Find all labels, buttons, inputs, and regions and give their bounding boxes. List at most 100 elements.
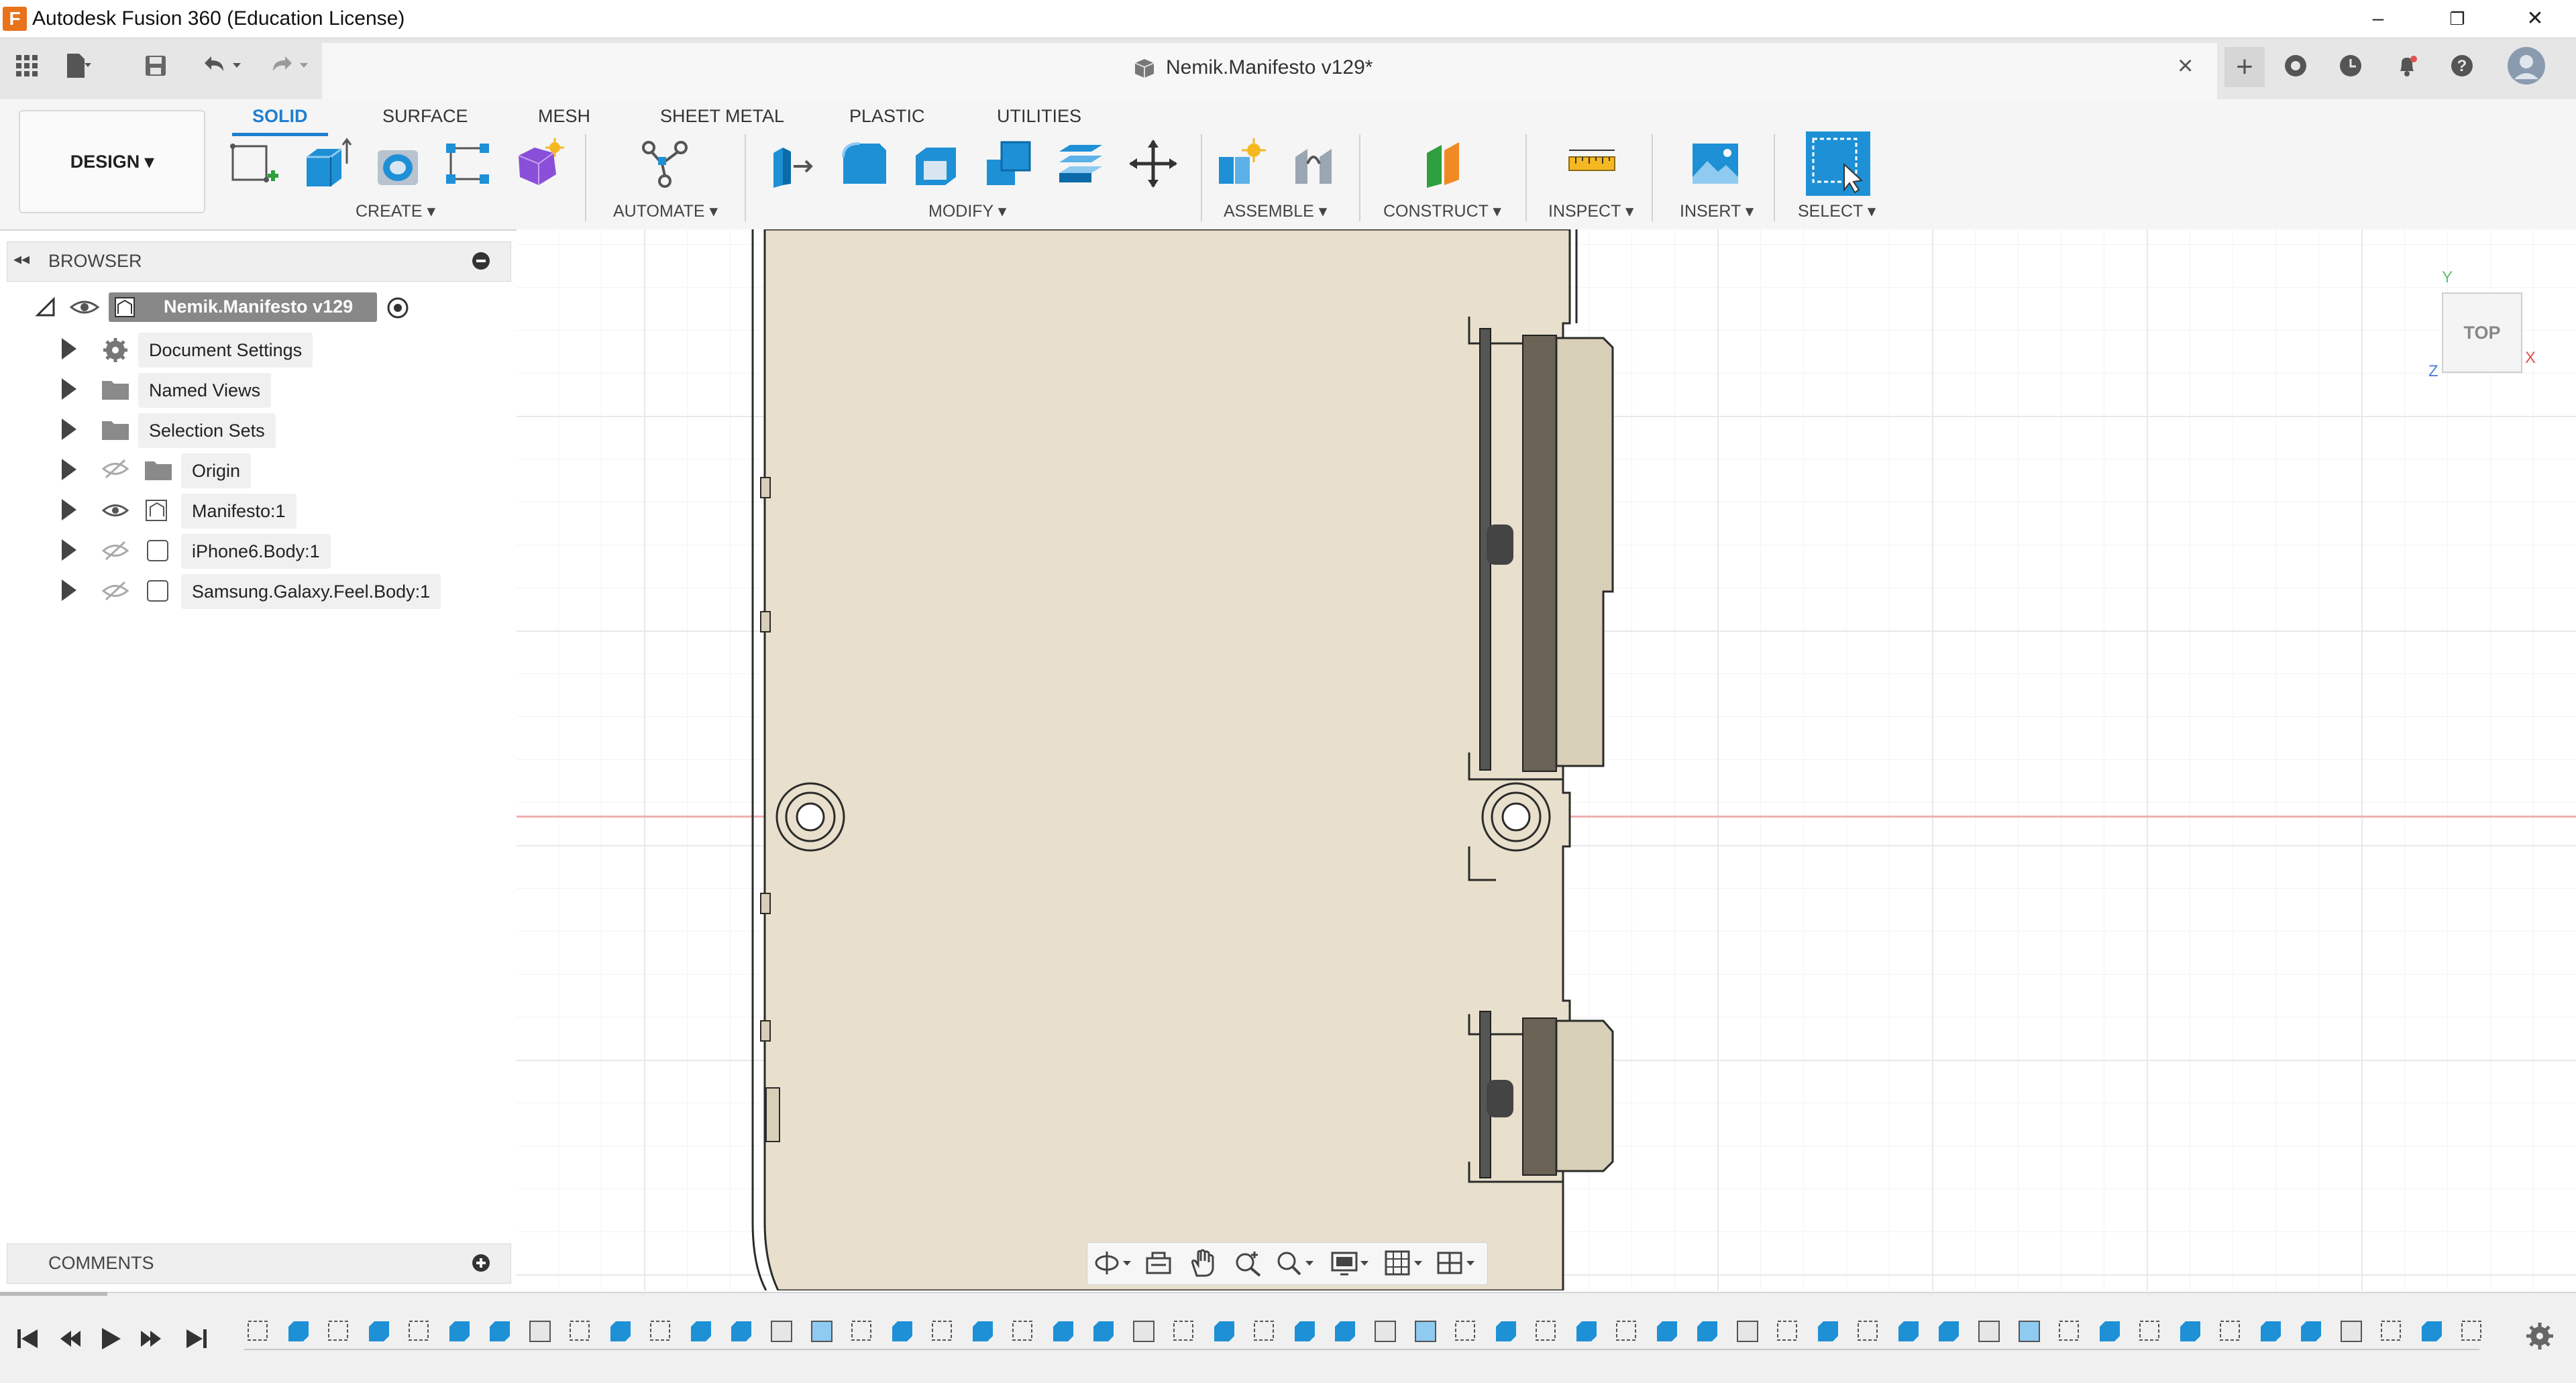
timeline-feature-sketch-icon[interactable] (1616, 1321, 1636, 1341)
timeline-feature-extrude-icon[interactable] (2180, 1321, 2200, 1341)
timeline-feature-extrude-icon[interactable] (288, 1321, 309, 1341)
construct-group-label[interactable]: CONSTRUCT ▾ (1383, 201, 1501, 221)
timeline-feature-shell-icon[interactable] (771, 1321, 792, 1342)
timeline-feature-extrude-icon[interactable] (1335, 1321, 1355, 1341)
timeline-feature-fillet-icon[interactable] (1415, 1321, 1436, 1342)
timeline-feature-sketch-icon[interactable] (2461, 1321, 2481, 1341)
offset-plane-icon[interactable] (1415, 133, 1473, 195)
look-at-icon[interactable] (1144, 1249, 1173, 1280)
timeline-feature-extrude-icon[interactable] (1697, 1321, 1717, 1341)
save-icon[interactable] (141, 51, 170, 80)
timeline-feature-extrude-icon[interactable] (1939, 1321, 1959, 1341)
timeline-feature-sketch-icon[interactable] (1858, 1321, 1878, 1341)
file-menu-icon[interactable] (64, 51, 94, 80)
expander-arrow-icon[interactable] (62, 459, 76, 480)
timeline-feature-combine-icon[interactable] (1133, 1321, 1155, 1342)
timeline-feature-sketch-icon[interactable] (248, 1321, 268, 1341)
timeline-feature-extrude-icon[interactable] (369, 1321, 389, 1341)
timeline-feature-sketch-icon[interactable] (570, 1321, 590, 1341)
timeline-feature-strip[interactable] (239, 1315, 2493, 1355)
timeline-feature-extrude-icon[interactable] (1214, 1321, 1234, 1341)
timeline-feature-extrude-icon[interactable] (2261, 1321, 2281, 1341)
extrude-icon[interactable] (298, 133, 356, 195)
timeline-play-icon[interactable] (97, 1325, 123, 1356)
timeline-first-icon[interactable] (15, 1325, 42, 1356)
timeline-feature-extrude-icon[interactable] (610, 1321, 631, 1341)
expander-arrow-icon[interactable] (62, 539, 76, 561)
data-panel-grid-icon[interactable] (12, 51, 42, 80)
minimize-button[interactable]: – (2341, 0, 2415, 38)
timeline-feature-combine-icon[interactable] (1737, 1321, 1758, 1342)
browser-item-manifesto[interactable]: Manifesto:1 (181, 494, 297, 529)
timeline-last-icon[interactable] (182, 1325, 209, 1356)
browser-item-origin[interactable]: Origin (181, 453, 252, 488)
timeline-feature-extrude-icon[interactable] (892, 1321, 912, 1341)
timeline-feature-extrude-icon[interactable] (2422, 1321, 2442, 1341)
expander-arrow-icon[interactable] (62, 419, 76, 440)
timeline-feature-sketch-icon[interactable] (2220, 1321, 2240, 1341)
timeline-feature-sketch-icon[interactable] (328, 1321, 348, 1341)
move-icon[interactable] (1124, 133, 1182, 195)
eye-hidden-icon[interactable] (101, 541, 129, 564)
timeline-feature-sketch-icon[interactable] (2381, 1321, 2401, 1341)
pan-hand-icon[interactable] (1189, 1249, 1217, 1280)
eye-hidden-icon[interactable] (101, 459, 129, 482)
orbit-icon[interactable] (1093, 1249, 1134, 1280)
timeline-feature-shell-icon[interactable] (1978, 1321, 2000, 1342)
expander-arrow-icon[interactable] (62, 499, 76, 520)
timeline-feature-sketch-icon[interactable] (932, 1321, 952, 1341)
notifications-bell-icon[interactable] (2392, 51, 2422, 80)
select-icon[interactable] (1806, 131, 1870, 196)
expander-arrow-icon[interactable] (62, 378, 76, 400)
undo-icon[interactable] (196, 51, 250, 80)
press-pull-icon[interactable] (762, 133, 820, 195)
eye-visible-icon[interactable] (69, 296, 100, 321)
timeline-feature-combine-icon[interactable] (2341, 1321, 2362, 1342)
timeline-feature-sketch-icon[interactable] (650, 1321, 670, 1341)
create-sketch-icon[interactable] (225, 133, 283, 195)
timeline-feature-extrude-icon[interactable] (2301, 1321, 2321, 1341)
timeline-feature-extrude-icon[interactable] (1053, 1321, 1073, 1341)
timeline-feature-combine-icon[interactable] (529, 1321, 551, 1342)
tab-surface[interactable]: SURFACE (382, 99, 468, 133)
insert-group-label[interactable]: INSERT ▾ (1680, 201, 1754, 221)
tab-plastic[interactable]: PLASTIC (849, 99, 925, 133)
workspace-design-button[interactable]: DESIGN ▾ (19, 110, 205, 213)
timeline-feature-extrude-icon[interactable] (691, 1321, 711, 1341)
close-window-button[interactable]: ✕ (2498, 0, 2572, 38)
modify-group-label[interactable]: MODIFY ▾ (928, 201, 1006, 221)
timeline-previous-icon[interactable] (56, 1325, 83, 1356)
select-group-label[interactable]: SELECT ▾ (1798, 201, 1876, 221)
zoom-window-icon[interactable] (1276, 1249, 1316, 1280)
viewcube-top-face[interactable]: TOP (2442, 292, 2522, 373)
timeline-feature-fillet-icon[interactable] (811, 1321, 833, 1342)
timeline-feature-sketch-icon[interactable] (1777, 1321, 1797, 1341)
collapse-browser-icon[interactable]: ◂◂ (13, 250, 30, 269)
timeline-feature-sketch-icon[interactable] (851, 1321, 871, 1341)
timeline-feature-extrude-icon[interactable] (1657, 1321, 1677, 1341)
timeline-feature-sketch-icon[interactable] (2139, 1321, 2159, 1341)
assemble-group-label[interactable]: ASSEMBLE ▾ (1224, 201, 1327, 221)
inspect-group-label[interactable]: INSPECT ▾ (1548, 201, 1633, 221)
extensions-icon[interactable] (2281, 51, 2310, 80)
construction-sketch-icon[interactable] (439, 133, 496, 195)
model-part-drawing[interactable] (738, 229, 1650, 1290)
activate-radio-icon[interactable] (386, 296, 409, 323)
timeline-feature-sketch-icon[interactable] (1254, 1321, 1274, 1341)
timeline-feature-shell-icon[interactable] (1375, 1321, 1396, 1342)
timeline-feature-extrude-icon[interactable] (731, 1321, 751, 1341)
viewports-icon[interactable] (1436, 1249, 1477, 1280)
offset-face-icon[interactable] (1052, 133, 1110, 195)
expander-arrow-icon[interactable] (62, 579, 76, 601)
restore-button[interactable]: ❐ (2420, 0, 2494, 38)
zoom-icon[interactable] (1234, 1249, 1263, 1280)
timeline-feature-extrude-icon[interactable] (1898, 1321, 1919, 1341)
tab-utilities[interactable]: UTILITIES (997, 99, 1081, 133)
form-icon[interactable] (510, 133, 568, 195)
job-status-clock-icon[interactable] (2336, 51, 2365, 80)
redo-icon[interactable] (263, 51, 317, 80)
timeline-feature-sketch-icon[interactable] (2059, 1321, 2079, 1341)
browser-item-selection-sets[interactable]: Selection Sets (138, 413, 276, 448)
timeline-feature-sketch-icon[interactable] (409, 1321, 429, 1341)
tab-mesh[interactable]: MESH (538, 99, 590, 133)
